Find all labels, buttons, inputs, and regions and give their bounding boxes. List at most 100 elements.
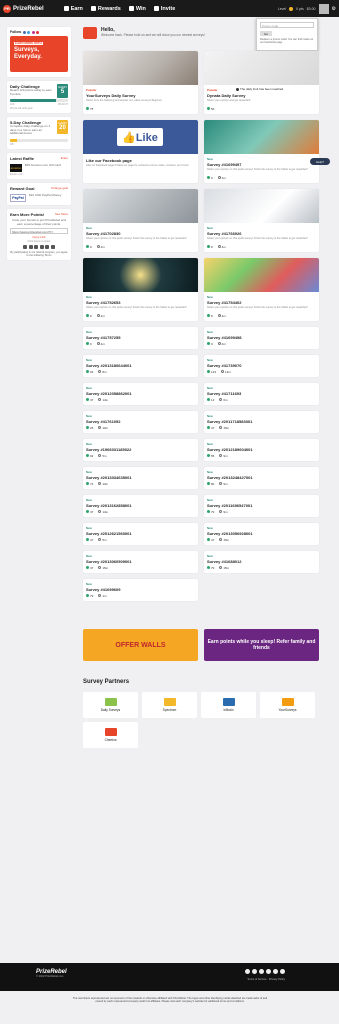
clock-icon (217, 245, 221, 248)
footer-links[interactable]: Terms of Service · Privacy Policy (247, 978, 285, 981)
survey-tag: New (207, 157, 213, 161)
survey-tile[interactable]: New Survey #41754402 Share your opinion on… (204, 258, 319, 321)
survey-tile[interactable]: Popular Dynata Daily Survey Share your opi… (204, 51, 319, 114)
survey-tile[interactable]: Popular YourSurveys Daily Survey Select fr… (83, 51, 198, 114)
survey-time: 4m (96, 342, 105, 346)
main-nav: Earn Rewards Win Invite (63, 6, 175, 12)
youtube-icon[interactable] (36, 30, 40, 34)
survey-tile[interactable]: New Survey #2013180644001 63 8m (83, 355, 198, 377)
footer-tiktok-icon[interactable] (273, 969, 278, 974)
survey-name: Survey #2011696547001 (207, 503, 253, 508)
partner-tile[interactable]: InBrain (201, 692, 256, 718)
survey-tag: New (86, 470, 92, 474)
survey-name: Survey #2013248427001 (207, 475, 253, 480)
daily-challenge-card: Daily Challenge Reach 120 points today t… (7, 81, 71, 114)
footer-socials (245, 969, 285, 974)
earn-more-title: Earn More Points! (10, 211, 45, 217)
offer-walls-banner[interactable]: OFFER WALLS (83, 629, 198, 661)
nav-rewards[interactable]: Rewards (90, 6, 121, 12)
survey-tile[interactable]: 👍Like Like our Facebook page Like our Face… (83, 120, 198, 183)
survey-tile[interactable]: New Survey #2013056928001 47 15m (204, 523, 319, 545)
survey-tile[interactable]: New Survey #2013162858001 47 14m (83, 495, 198, 517)
share-whatsapp-icon[interactable] (34, 245, 39, 250)
twitter-icon[interactable] (27, 30, 31, 34)
points-icon (207, 566, 210, 569)
share-reddit-icon[interactable] (45, 245, 50, 250)
points-icon (86, 398, 89, 401)
help-button[interactable]: Help? (310, 158, 330, 165)
survey-time: 9m (219, 454, 228, 458)
daily-earn-badge: EARN 5 (57, 84, 68, 98)
facebook-icon[interactable] (22, 30, 26, 34)
survey-tile[interactable]: New Survey #2013334635001 74 13m (83, 467, 198, 489)
survey-image (83, 189, 198, 223)
share-twitter-icon[interactable] (28, 245, 33, 250)
footer-youtube-icon[interactable] (266, 969, 271, 974)
survey-tile[interactable]: New Survey #41761052 25 10m (83, 411, 198, 433)
survey-tile[interactable]: New Survey #41702830 Share your opinion on… (83, 189, 198, 252)
survey-tile[interactable]: New Survey #41699497 Share your opinion on… (204, 120, 319, 183)
survey-tile[interactable]: New Survey #41739070 123 13m (204, 355, 319, 377)
survey-name: Survey #2013060509001 (86, 559, 132, 564)
partner-tile[interactable]: Cheetos (83, 722, 138, 748)
survey-tile[interactable]: New Survey #2013248427001 80 9m (204, 467, 319, 489)
survey-desc: Select from the following and answer our… (86, 99, 162, 102)
survey-tile[interactable]: New Survey #2012189604001 55 9m (204, 439, 319, 461)
survey-name: Like our Facebook page (86, 158, 132, 163)
survey-points: 13 (207, 398, 214, 402)
nav-earn[interactable]: Earn (63, 6, 83, 12)
nav-invite[interactable]: Invite (153, 6, 175, 12)
survey-tile[interactable]: New Survey #41766926 Share your opinion on… (204, 189, 319, 252)
survey-tile[interactable]: New Survey #41752653 Share your opinion on… (83, 258, 198, 321)
share-sms-icon[interactable] (50, 245, 55, 250)
survey-tile[interactable]: New Survey #1966031185022 92 5m (83, 439, 198, 461)
referral-terms: By participating in our referral program… (10, 251, 68, 258)
referral-link-input[interactable]: https://www.prizerebel.com/?r= (10, 228, 68, 235)
footer-instagram-icon[interactable] (259, 969, 264, 974)
footer-link-icon[interactable] (280, 969, 285, 974)
survey-tile[interactable]: New Survey #2011718583001 47 15m (204, 411, 319, 433)
raffle-enter-link[interactable]: Enter (61, 156, 68, 160)
survey-meta: 79 15m (207, 566, 316, 570)
partner-logo (163, 698, 176, 706)
survey-name: Survey #41699497 (207, 162, 242, 167)
fiveday-badge-value: 20 (59, 125, 66, 132)
partner-tile[interactable]: Spectrum (142, 692, 197, 718)
main-content: Hello, Welcome back. Please hold on and … (83, 27, 319, 748)
partner-tile[interactable]: Daily Surveys (83, 692, 138, 718)
avatar[interactable] (318, 3, 329, 14)
surveys-ad-banner[interactable]: EARN MORE WITH Surveys, Everyday. (10, 36, 68, 72)
see-more-link[interactable]: See More (55, 212, 68, 216)
survey-tile[interactable]: New Survey #2011696547001 79 9m (204, 495, 319, 517)
survey-meta: 8 4m (207, 314, 316, 318)
survey-time: 8m (98, 370, 107, 374)
survey-tile[interactable]: New Survey #41757255 9 4m (83, 327, 198, 349)
footer-twitter-icon[interactable] (252, 969, 257, 974)
survey-tile[interactable]: New Survey #41699498 9 4m (204, 327, 319, 349)
brand-logo[interactable]: PR PrizeRebel (3, 4, 44, 13)
partner-tile[interactable]: YourSurveys (260, 692, 315, 718)
nav-win[interactable]: Win (128, 6, 146, 12)
clock-icon (98, 482, 102, 485)
gear-icon[interactable]: ⚙ (332, 6, 336, 12)
survey-name: Survey #41739070 (207, 363, 242, 368)
share-email-icon[interactable] (39, 245, 44, 250)
instagram-icon[interactable] (31, 30, 35, 34)
survey-tile[interactable]: New Survey #41711693 13 6m (204, 383, 319, 405)
survey-name: Survey #41761052 (86, 419, 121, 424)
change-goal-link[interactable]: Change goal (51, 186, 68, 190)
coin-icon (289, 6, 294, 11)
refer-friends-banner[interactable]: Earn points while you sleep! Refer famil… (204, 629, 319, 661)
share-facebook-icon[interactable] (23, 245, 28, 250)
survey-tile[interactable]: New Survey #2012621560001 47 5m (83, 523, 198, 545)
copy-link-button[interactable]: Copy Link (10, 235, 68, 239)
raffle-meta: Ends in 9d (10, 172, 23, 176)
clock-icon (98, 398, 102, 401)
survey-tile[interactable]: New Survey #2012058862001 47 14m (83, 383, 198, 405)
survey-meta: 8 4m (207, 245, 316, 249)
footer-facebook-icon[interactable] (245, 969, 250, 974)
survey-time: 15m (98, 566, 108, 570)
survey-tile[interactable]: New Survey #41699609 79 1m (83, 579, 198, 601)
survey-tile[interactable]: New Survey #2013060509001 47 15m (83, 551, 198, 573)
survey-tile[interactable]: New Survey #41688012 79 15m (204, 551, 319, 573)
